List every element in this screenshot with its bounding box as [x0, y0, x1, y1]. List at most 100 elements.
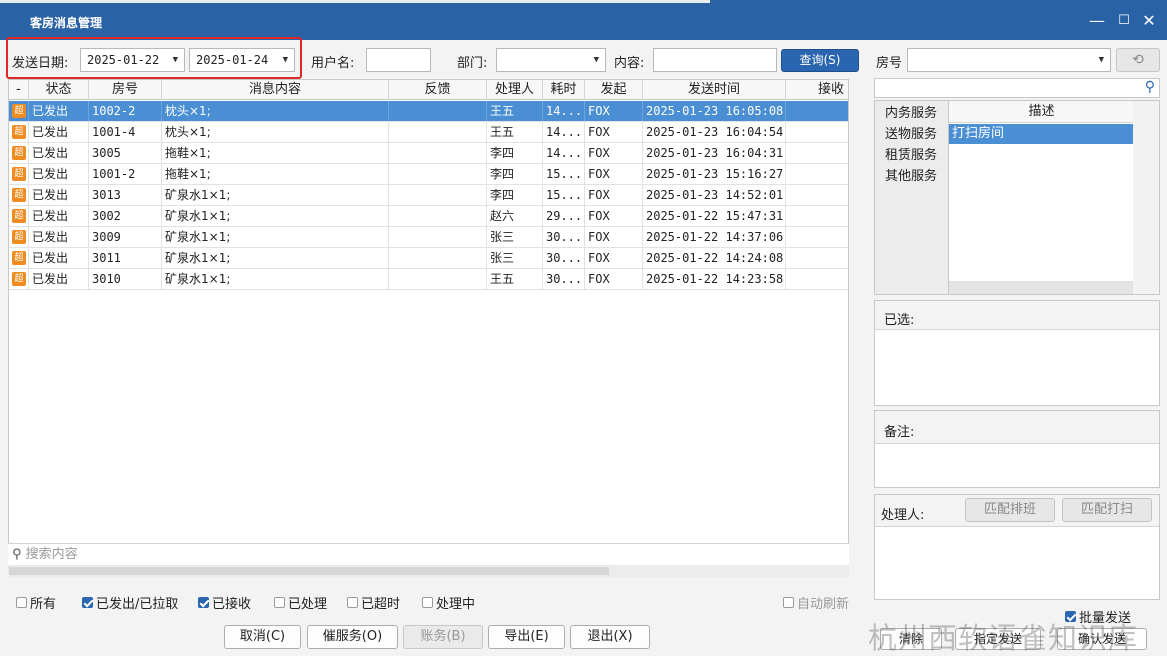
billing-button[interactable]: 账务(B): [403, 625, 483, 649]
initiator-cell: FOX: [585, 206, 643, 226]
search-input[interactable]: ⚲ 搜索内容: [8, 543, 849, 565]
receive-cell: [786, 269, 850, 289]
service-search-input[interactable]: ⚲: [874, 78, 1160, 98]
cancel-button[interactable]: 取消(C): [224, 625, 301, 649]
handler-cell: 李四: [487, 143, 543, 163]
date-from-select[interactable]: 2025-01-22 ▼: [80, 48, 185, 72]
column-header[interactable]: 耗时: [543, 80, 585, 100]
column-header[interactable]: 状态: [29, 80, 89, 100]
department-select[interactable]: ▼: [496, 48, 606, 72]
feedback-cell: [389, 206, 487, 226]
receive-cell: [786, 122, 850, 142]
status-cell: 已发出: [29, 101, 89, 121]
handler-cell: 王五: [487, 101, 543, 121]
search-icon[interactable]: ⚲: [1145, 79, 1155, 95]
status-filter-checkbox[interactable]: 所有: [16, 593, 56, 612]
receive-cell: [786, 206, 850, 226]
overtime-badge-icon: 超: [12, 230, 26, 244]
table-row[interactable]: 超已发出 3002 矿泉水1×1; 赵六 29... FOX 2025-01-22 15:4…: [9, 206, 848, 227]
duration-cell: 30...: [543, 227, 585, 247]
room-select[interactable]: ▼: [907, 48, 1111, 72]
auto-refresh-label: 自动刷新: [797, 597, 850, 612]
initiator-cell: FOX: [585, 143, 643, 163]
column-header[interactable]: 处理人: [487, 80, 543, 100]
remark-input[interactable]: [875, 445, 1159, 487]
duration-cell: 14...: [543, 122, 585, 142]
table-header: - 状态 房号 消息内容 反馈 处理人 耗时 发起 发送时间 接收: [9, 80, 848, 100]
description-item[interactable]: 打扫房间: [949, 124, 1134, 144]
duration-cell: 29...: [543, 206, 585, 226]
status-filter-label: 已接收: [212, 597, 252, 612]
column-header[interactable]: 发送时间: [643, 80, 786, 100]
chevron-down-icon: ▼: [282, 55, 288, 65]
column-header[interactable]: 发起: [585, 80, 643, 100]
initiator-cell: FOX: [585, 269, 643, 289]
column-header[interactable]: 房号: [89, 80, 162, 100]
vertical-scrollbar[interactable]: [1133, 101, 1159, 294]
username-input[interactable]: [366, 48, 431, 72]
column-header[interactable]: 消息内容: [162, 80, 389, 100]
feedback-cell: [389, 143, 487, 163]
table-row[interactable]: 超已发出 3005 拖鞋×1; 李四 14... FOX 2025-01-23 16:04:…: [9, 143, 848, 164]
status-cell: 已发出: [29, 269, 89, 289]
watermark-text: 杭州西软语雀知识库: [868, 621, 1139, 655]
send-time-cell: 2025-01-22 14:23:58: [643, 269, 786, 289]
history-icon[interactable]: ⟲: [1116, 48, 1160, 72]
overtime-badge: 超: [9, 143, 29, 163]
table-row[interactable]: 超已发出 1001-2 拖鞋×1; 李四 15... FOX 2025-01-23 15:1…: [9, 164, 848, 185]
service-category-item[interactable]: 内务服务: [875, 103, 947, 124]
table-row[interactable]: 超已发出 3009 矿泉水1×1; 张三 30... FOX 2025-01-22 14:3…: [9, 227, 848, 248]
urge-service-button[interactable]: 催服务(O): [307, 625, 398, 649]
initiator-cell: FOX: [585, 164, 643, 184]
content-input[interactable]: [653, 48, 777, 72]
status-filter-checkbox[interactable]: 已超时: [347, 593, 400, 612]
column-header[interactable]: 反馈: [389, 80, 487, 100]
table-row[interactable]: 超已发出 3011 矿泉水1×1; 张三 30... FOX 2025-01-22 14:2…: [9, 248, 848, 269]
query-button[interactable]: 查询(S): [781, 49, 859, 72]
service-description-list: 描述 打扫房间: [948, 101, 1134, 281]
receive-cell: [786, 143, 850, 163]
room-cell: 3013: [89, 185, 162, 205]
auto-refresh-checkbox[interactable]: 自动刷新: [783, 593, 849, 612]
column-header[interactable]: -: [9, 80, 29, 100]
search-icon: ⚲: [12, 547, 22, 562]
handler-cell: 李四: [487, 164, 543, 184]
service-category-item[interactable]: 送物服务: [875, 124, 947, 145]
status-filter-checkbox[interactable]: 处理中: [422, 593, 475, 612]
handler-cell: 张三: [487, 227, 543, 247]
column-header[interactable]: 接收: [786, 80, 850, 100]
duration-cell: 30...: [543, 248, 585, 268]
message-content-cell: 矿泉水1×1;: [162, 185, 389, 205]
title-bar-accent-line: [0, 0, 710, 3]
chevron-down-icon: ▼: [172, 55, 178, 65]
service-category-item[interactable]: 租赁服务: [875, 145, 947, 166]
table-row[interactable]: 超已发出 1002-2 枕头×1; 王五 14... FOX 2025-01-23 16:0…: [9, 101, 848, 122]
service-category-item[interactable]: 其他服务: [875, 166, 947, 187]
checkbox-box: [347, 597, 358, 608]
maximize-icon[interactable]: ☐: [1113, 10, 1135, 32]
close-icon[interactable]: ✕: [1138, 10, 1160, 32]
status-filter-label: 所有: [30, 597, 57, 612]
status-filter-checkbox[interactable]: 已处理: [274, 593, 327, 612]
status-filter-label: 处理中: [436, 597, 476, 612]
horizontal-scrollbar[interactable]: [948, 281, 1133, 294]
scrollbar-thumb[interactable]: [9, 567, 609, 575]
match-cleaning-button[interactable]: 匹配打扫: [1062, 498, 1152, 522]
feedback-cell: [389, 164, 487, 184]
table-row[interactable]: 超已发出 1001-4 枕头×1; 王五 14... FOX 2025-01-23 16:0…: [9, 122, 848, 143]
receive-cell: [786, 185, 850, 205]
table-row[interactable]: 超已发出 3010 矿泉水1×1; 王五 30... FOX 2025-01-22 14:2…: [9, 269, 848, 290]
handler-header: 处理人: 匹配排班 匹配打扫: [875, 495, 1159, 527]
match-schedule-button[interactable]: 匹配排班: [965, 498, 1055, 522]
status-filter-checkbox[interactable]: 已发出/已拉取: [82, 593, 178, 612]
exit-button[interactable]: 退出(X): [570, 625, 650, 649]
selected-label: 已选:: [875, 301, 1159, 330]
table-row[interactable]: 超已发出 3013 矿泉水1×1; 李四 15... FOX 2025-01-23 14:5…: [9, 185, 848, 206]
status-filter-checkbox[interactable]: 已接收: [198, 593, 251, 612]
date-to-select[interactable]: 2025-01-24 ▼: [189, 48, 295, 72]
export-button[interactable]: 导出(E): [488, 625, 565, 649]
horizontal-scrollbar[interactable]: [8, 565, 849, 577]
initiator-cell: FOX: [585, 101, 643, 121]
minimize-icon[interactable]: —: [1086, 10, 1108, 32]
status-filter-label: 已处理: [288, 597, 328, 612]
